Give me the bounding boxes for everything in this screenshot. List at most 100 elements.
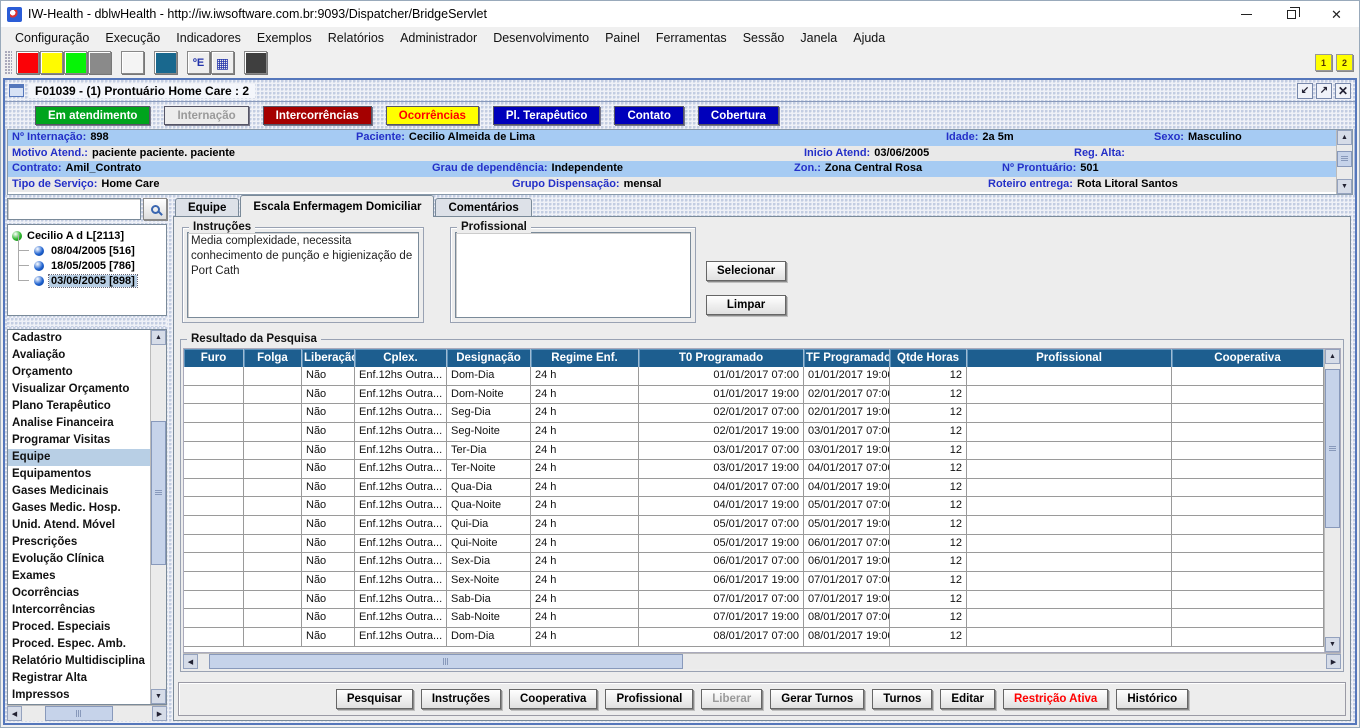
tree-root-node[interactable]: Cecilio A d L[2113] [10,228,164,243]
sidebar-item[interactable]: Relatório Multidisciplina [8,653,150,670]
quick-session-button[interactable]: 2 [1336,54,1353,71]
frame-close-button[interactable]: ✕ [1335,83,1351,99]
table-row[interactable]: Não Enf.12hs Outra... Seg-Noite 24 h 02/… [184,423,1324,442]
table-row[interactable]: Não Enf.12hs Outra... Sab-Noite 24 h 07/… [184,609,1324,628]
table-header-cell[interactable]: Furo [184,349,244,367]
action-button[interactable]: Cooperativa [509,689,597,709]
scroll-down-icon[interactable]: ▼ [151,689,166,704]
menu-item[interactable]: Administrador [392,29,485,47]
minimize-button[interactable] [1224,1,1269,27]
search-button[interactable] [143,198,167,220]
table-row[interactable]: Não Enf.12hs Outra... Qua-Dia 24 h 04/01… [184,479,1324,498]
table-row[interactable]: Não Enf.12hs Outra... Ter-Dia 24 h 03/01… [184,442,1324,461]
scroll-up-icon[interactable]: ▲ [1337,130,1352,145]
action-button[interactable]: Pesquisar [336,689,413,709]
select-button[interactable]: Selecionar [706,261,786,281]
status-button[interactable]: Intercorrências [263,106,372,125]
sidebar-item[interactable]: Exames [8,568,150,585]
status-button[interactable]: Contato [614,106,683,125]
sidebar-item[interactable]: Intercorrências [8,602,150,619]
sidebar-item[interactable]: Orçamento [8,364,150,381]
color-swatch-button[interactable] [16,51,39,74]
sidebar-item[interactable]: Evolução Clínica [8,551,150,568]
scroll-right-icon[interactable]: ▶ [152,706,167,721]
restore-button[interactable] [1269,1,1314,27]
legend-tool-button[interactable]: ºE [187,51,210,74]
status-button[interactable]: Pl. Terapêutico [493,106,601,125]
sidebar-item[interactable]: Visualizar Orçamento [8,381,150,398]
table-row[interactable]: Não Enf.12hs Outra... Seg-Dia 24 h 02/01… [184,404,1324,423]
tree-date-node[interactable]: 18/05/2005 [786] [10,258,164,273]
sidebar-item[interactable]: Registrar Alta [8,670,150,687]
tab[interactable]: Escala Enfermagem Domiciliar [240,195,434,217]
action-button[interactable]: Gerar Turnos [770,689,864,709]
quick-session-button[interactable]: 1 [1315,54,1332,71]
menu-item[interactable]: Exemplos [249,29,320,47]
frame-maximize-button[interactable]: ↗ [1316,83,1332,99]
search-input[interactable] [7,198,141,220]
action-button[interactable]: Instruções [421,689,501,709]
table-header-cell[interactable]: Liberação [302,349,355,367]
sidebar-item[interactable]: Prescrições [8,534,150,551]
sidebar-item[interactable]: Proced. Especiais [8,619,150,636]
table-row[interactable]: Não Enf.12hs Outra... Sex-Dia 24 h 06/01… [184,553,1324,572]
teal-swatch-button[interactable] [154,51,177,74]
sidebar-item[interactable]: Ocorrências [8,585,150,602]
table-row[interactable]: Não Enf.12hs Outra... Qui-Dia 24 h 05/01… [184,516,1324,535]
menu-item[interactable]: Ferramentas [648,29,735,47]
table-header-cell[interactable]: Qtde Horas [890,349,967,367]
sidebar-item[interactable]: Impressos [8,687,150,704]
tree-date-node[interactable]: 08/04/2005 [516] [10,243,164,258]
sidebar-scrollbar[interactable]: ▲ ▼ [150,330,166,704]
table-row[interactable]: Não Enf.12hs Outra... Ter-Noite 24 h 03/… [184,460,1324,479]
table-header-cell[interactable]: Cplex. [355,349,447,367]
menu-item[interactable]: Execução [97,29,168,47]
table-row[interactable]: Não Enf.12hs Outra... Sex-Noite 24 h 06/… [184,572,1324,591]
menu-item[interactable]: Indicadores [168,29,249,47]
sidebar-item[interactable]: Proced. Espec. Amb. [8,636,150,653]
sidebar-hscrollbar[interactable]: ◀ ▶ [7,705,167,721]
color-swatch-button[interactable] [40,51,63,74]
sidebar-item[interactable]: Cadastro [8,330,150,347]
internal-frame-titlebar[interactable]: F01039 - (1) Prontuário Home Care : 2 ↙ … [5,80,1355,102]
color-swatch-button[interactable] [88,51,111,74]
professional-textarea[interactable] [455,232,691,318]
table-row[interactable]: Não Enf.12hs Outra... Sab-Dia 24 h 07/01… [184,591,1324,610]
scroll-down-icon[interactable]: ▼ [1325,637,1340,652]
status-button[interactable]: Ocorrências [386,106,479,125]
patient-scrollbar[interactable]: ▲ ▼ [1336,130,1352,194]
table-row[interactable]: Não Enf.12hs Outra... Dom-Noite 24 h 01/… [184,386,1324,405]
menu-item[interactable]: Desenvolvimento [485,29,597,47]
sidebar-splitter[interactable] [7,318,167,327]
scroll-left-icon[interactable]: ◀ [183,654,198,669]
table-header-cell[interactable]: T0 Programado [639,349,804,367]
clear-button[interactable]: Limpar [706,295,786,315]
action-button[interactable]: Restrição Ativa [1003,689,1108,709]
action-button[interactable]: Histórico [1116,689,1188,709]
table-header-cell[interactable]: Designação [447,349,531,367]
dark-swatch-button[interactable] [244,51,267,74]
frame-minimize-button[interactable]: ↙ [1297,83,1313,99]
blank-swatch-button[interactable] [121,51,144,74]
tab[interactable]: Comentários [435,198,531,217]
scroll-down-icon[interactable]: ▼ [1337,179,1352,194]
sidebar-item[interactable]: Avaliação [8,347,150,364]
action-button[interactable]: Turnos [872,689,932,709]
sidebar-item[interactable]: Gases Medicinais [8,483,150,500]
table-hscrollbar[interactable]: ◀ ▶ [183,653,1341,669]
table-header-cell[interactable]: TF Programado [804,349,890,367]
scroll-up-icon[interactable]: ▲ [151,330,166,345]
sidebar-item[interactable]: Equipamentos [8,466,150,483]
menu-item[interactable]: Sessão [735,29,793,47]
menu-item[interactable]: Janela [792,29,845,47]
scroll-up-icon[interactable]: ▲ [1325,349,1340,364]
tab[interactable]: Equipe [175,198,239,217]
table-vscrollbar[interactable]: ▲ ▼ [1324,349,1340,652]
sidebar-item[interactable]: Gases Medic. Hosp. [8,500,150,517]
table-row[interactable]: Não Enf.12hs Outra... Qui-Noite 24 h 05/… [184,535,1324,554]
sidebar-item[interactable]: Programar Visitas [8,432,150,449]
table-row[interactable]: Não Enf.12hs Outra... Dom-Dia 24 h 08/01… [184,628,1324,647]
status-button[interactable]: Em atendimento [35,106,150,125]
menu-item[interactable]: Ajuda [845,29,893,47]
action-button[interactable]: Profissional [605,689,693,709]
